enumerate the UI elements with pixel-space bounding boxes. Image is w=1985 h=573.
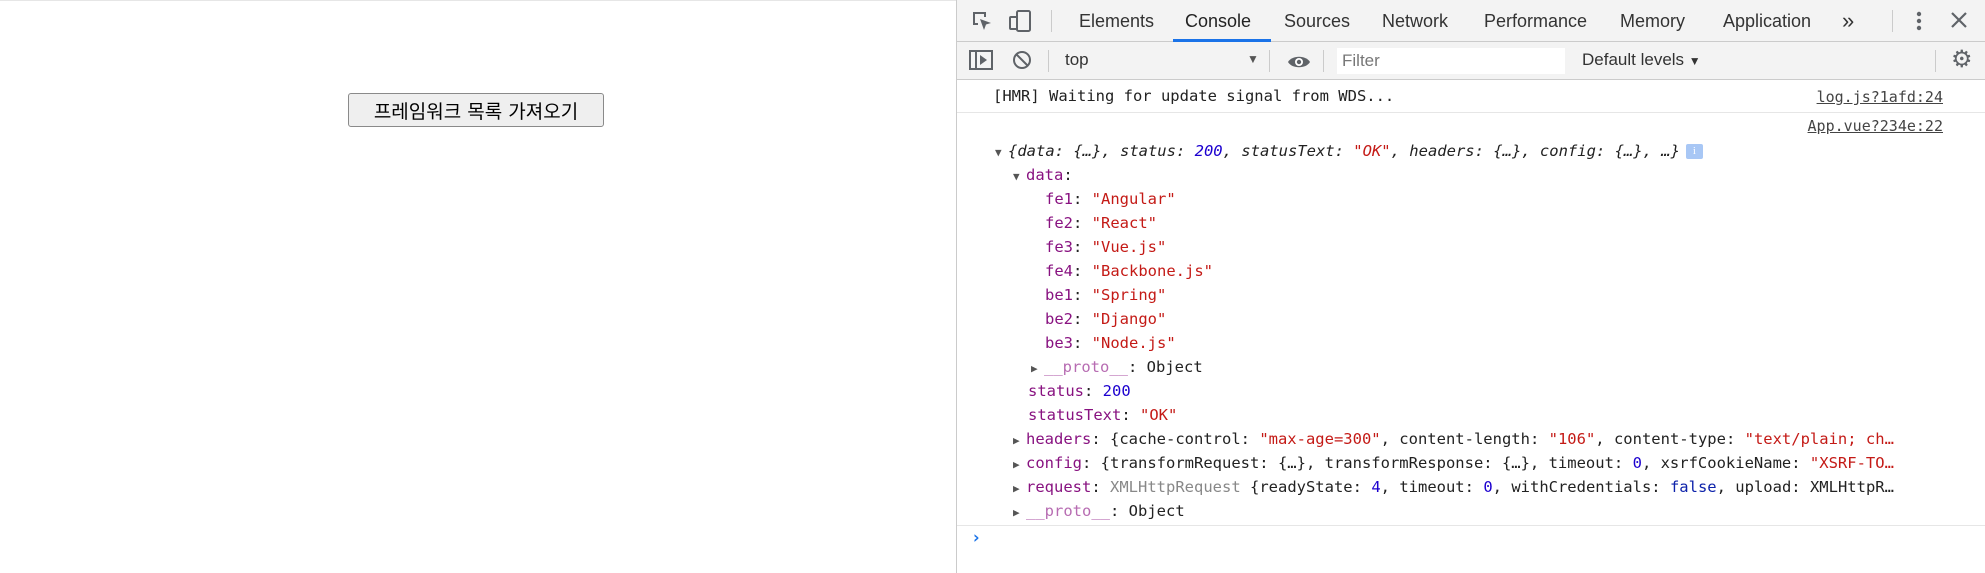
page-content: 프레임워크 목록 가져오기 bbox=[0, 0, 956, 573]
tree-node-config[interactable]: ▶ config: {transformRequest: {…}, transfo… bbox=[1013, 451, 1959, 475]
tree-node-data-proto[interactable]: ▶ __proto__: Object bbox=[1031, 355, 1203, 379]
source-link-app-vue[interactable]: App.vue?234e:22 bbox=[1808, 117, 1943, 135]
tree-node-headers[interactable]: ▶ headers: {cache-control: "max-age=300",… bbox=[1013, 427, 1959, 451]
data-entry: be1: "Spring" bbox=[1045, 286, 1167, 304]
expand-triangle-icon[interactable]: ▶ bbox=[1013, 429, 1026, 453]
expand-triangle-icon[interactable]: ▶ bbox=[1013, 501, 1026, 525]
context-selector[interactable]: top bbox=[1065, 50, 1217, 70]
settings-gear-icon[interactable]: ⚙ bbox=[1951, 48, 1973, 72]
source-link-log-js[interactable]: log.js?1afd:24 bbox=[1817, 88, 1943, 106]
console-prompt[interactable]: › bbox=[971, 528, 981, 548]
log-object-summary[interactable]: ▼ {data: {…}, status: 200, statusText: "O… bbox=[995, 139, 1703, 163]
data-entry: fe4: "Backbone.js" bbox=[1045, 262, 1213, 280]
data-entry: fe2: "React" bbox=[1045, 214, 1157, 232]
expand-triangle-icon[interactable]: ▶ bbox=[1031, 357, 1044, 381]
filter-input[interactable] bbox=[1337, 48, 1565, 74]
data-entry: be2: "Django" bbox=[1045, 310, 1167, 328]
fetch-frameworks-button[interactable]: 프레임워크 목록 가져오기 bbox=[348, 93, 604, 127]
info-icon[interactable]: i bbox=[1685, 144, 1703, 159]
status-entry: status: 200 bbox=[1028, 382, 1131, 400]
live-expression-eye-icon[interactable] bbox=[1287, 52, 1311, 74]
chevron-down-icon: ▼ bbox=[1688, 54, 1701, 68]
status-text-entry: statusText: "OK" bbox=[1028, 406, 1178, 424]
log-levels-label: Default levels bbox=[1582, 50, 1685, 69]
tab-memory[interactable]: Memory bbox=[1620, 11, 1685, 32]
tab-console[interactable]: Console bbox=[1185, 11, 1251, 32]
data-entry: fe1: "Angular" bbox=[1045, 190, 1176, 208]
inspect-element-icon[interactable] bbox=[971, 10, 993, 36]
tab-application[interactable]: Application bbox=[1723, 11, 1811, 32]
devtools-tabbar: Elements Console Sources Network Perform… bbox=[957, 0, 1985, 42]
data-entry: fe3: "Vue.js" bbox=[1045, 238, 1167, 256]
more-options-icon[interactable] bbox=[1915, 10, 1923, 36]
close-icon[interactable] bbox=[1950, 11, 1968, 33]
log-levels-dropdown[interactable]: Default levels ▼ bbox=[1582, 50, 1701, 70]
expand-triangle-icon[interactable]: ▶ bbox=[1013, 453, 1026, 477]
clear-console-icon[interactable] bbox=[1012, 50, 1032, 74]
device-toolbar-icon[interactable] bbox=[1009, 10, 1033, 36]
console-toolbar: top ▼ Default levels ▼ ⚙ bbox=[957, 42, 1985, 80]
tree-node-proto[interactable]: ▶ __proto__: Object bbox=[1013, 499, 1185, 523]
chevron-down-icon[interactable]: ▼ bbox=[1247, 52, 1259, 66]
tab-elements[interactable]: Elements bbox=[1079, 11, 1154, 32]
tab-performance[interactable]: Performance bbox=[1484, 11, 1587, 32]
tab-network[interactable]: Network bbox=[1382, 11, 1448, 32]
expand-triangle-icon[interactable]: ▶ bbox=[1013, 477, 1026, 501]
expand-triangle-icon[interactable]: ▼ bbox=[1013, 165, 1026, 189]
expand-triangle-icon[interactable]: ▼ bbox=[995, 141, 1008, 165]
tab-sources[interactable]: Sources bbox=[1284, 11, 1350, 32]
tree-node-request[interactable]: ▶ request: XMLHttpRequest {readyState: 4,… bbox=[1013, 475, 1959, 499]
more-tabs-button[interactable]: » bbox=[1842, 8, 1854, 34]
devtools-panel: Elements Console Sources Network Perform… bbox=[956, 0, 1985, 573]
tree-node-data[interactable]: ▼ data: bbox=[1013, 163, 1073, 187]
console-message-hmr: [HMR] Waiting for update signal from WDS… bbox=[993, 87, 1395, 105]
data-entry: be3: "Node.js" bbox=[1045, 334, 1176, 352]
show-sidebar-icon[interactable] bbox=[969, 50, 993, 74]
